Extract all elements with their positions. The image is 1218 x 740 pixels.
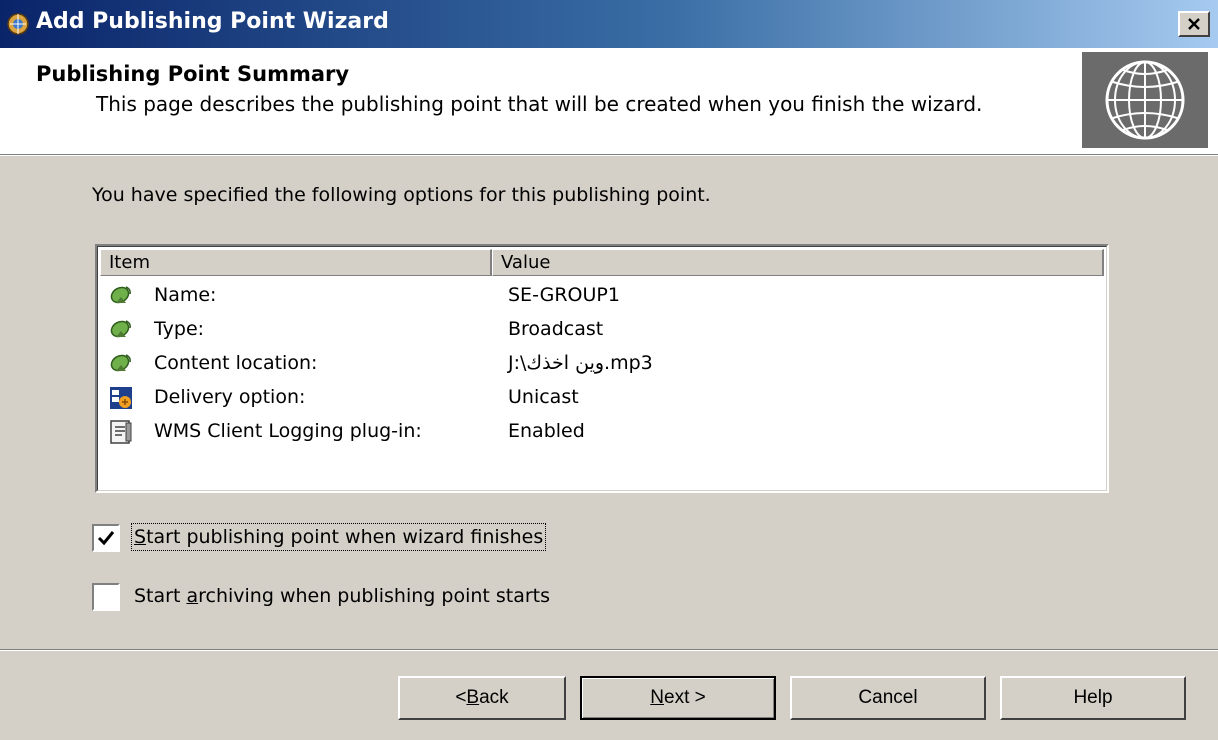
help-button[interactable]: Help	[1000, 676, 1186, 720]
item-value: SE-GROUP1	[508, 284, 620, 306]
app-icon	[7, 13, 29, 35]
list-item[interactable]: Name: SE-GROUP1	[104, 279, 1104, 313]
close-icon	[1188, 18, 1200, 30]
header-divider	[0, 155, 1218, 156]
globe-icon	[1105, 60, 1185, 140]
summary-list[interactable]: Item Value Name: SE-GROUP1 Type: Broadca…	[95, 244, 1109, 493]
wizard-window: Add Publishing Point Wizard Publishing P…	[0, 0, 1218, 740]
item-label: Name:	[154, 284, 217, 306]
item-value: J:\وين اخذك.mp3	[508, 352, 653, 374]
cancel-button[interactable]: Cancel	[790, 676, 986, 720]
intro-text: You have specified the following options…	[92, 184, 711, 206]
start-archiving-label[interactable]: Start archiving when publishing point st…	[134, 585, 550, 607]
item-label: WMS Client Logging plug-in:	[154, 420, 422, 442]
start-publishing-checkbox[interactable]	[92, 524, 120, 552]
column-header-value[interactable]: Value	[492, 249, 1104, 276]
start-publishing-label[interactable]: Start publishing point when wizard finis…	[130, 523, 547, 551]
satellite-dish-icon	[110, 320, 131, 338]
delivery-option-icon	[110, 387, 132, 409]
satellite-dish-icon	[110, 286, 131, 304]
window-title: Add Publishing Point Wizard	[36, 9, 389, 34]
title-bar[interactable]: Add Publishing Point Wizard	[0, 0, 1218, 48]
item-value: Broadcast	[508, 318, 604, 340]
list-item[interactable]: WMS Client Logging plug-in: Enabled	[104, 415, 1104, 449]
list-item[interactable]: Type: Broadcast	[104, 313, 1104, 347]
wizard-header: Publishing Point Summary This page descr…	[0, 48, 1218, 155]
item-label: Delivery option:	[154, 386, 306, 408]
column-header-item[interactable]: Item	[100, 249, 492, 276]
list-item[interactable]: Content location: J:\وين اخذك.mp3	[104, 347, 1104, 381]
item-value: Unicast	[508, 386, 579, 408]
item-value: Enabled	[508, 420, 585, 442]
log-plugin-icon	[110, 420, 132, 444]
page-description: This page describes the publishing point…	[96, 92, 983, 116]
wizard-banner	[1082, 52, 1208, 148]
checkmark-icon	[97, 531, 115, 546]
satellite-dish-icon	[110, 354, 131, 372]
next-button[interactable]: Next >	[580, 676, 776, 720]
list-item[interactable]: Delivery option: Unicast	[104, 381, 1104, 415]
page-title: Publishing Point Summary	[36, 62, 350, 86]
item-label: Type:	[154, 318, 205, 340]
item-label: Content location:	[154, 352, 318, 374]
start-archiving-checkbox[interactable]	[92, 583, 120, 611]
close-button[interactable]	[1178, 11, 1210, 37]
back-button[interactable]: < Back	[398, 676, 566, 720]
